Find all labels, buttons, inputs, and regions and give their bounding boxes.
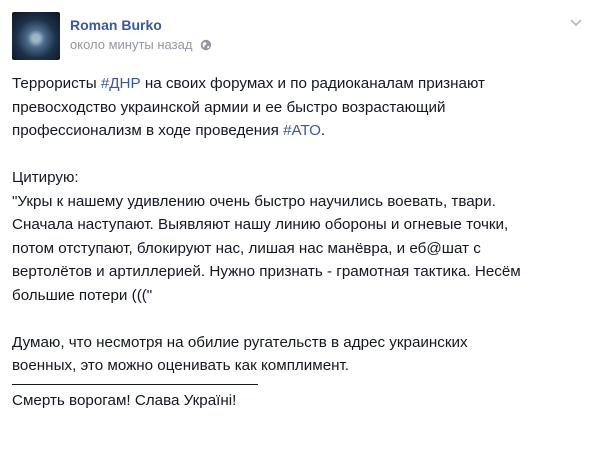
post-text: Террористы #ДНР на своих форумах и по ра… — [12, 72, 582, 412]
text-segment: на своих форумах и по радиоканалам призн… — [140, 75, 485, 92]
text-segment: профессионализм в ходе проведения — [12, 122, 284, 139]
globe-icon[interactable] — [200, 39, 212, 51]
avatar[interactable] — [12, 12, 60, 60]
quote-line-1: "Укры к нашему удивлению очень быстро на… — [12, 192, 496, 210]
comment-line-1: Думаю, что несмотря на обилие ругательст… — [12, 333, 468, 351]
text-segment: . — [320, 122, 326, 139]
paragraph-1-line-1: Террористы #ДНР на своих форумах и по ра… — [12, 72, 582, 96]
author-name[interactable]: Roman Burko — [70, 16, 212, 34]
post-card: Roman Burko около минуты назад Террорист… — [0, 0, 598, 450]
hashtag-ato[interactable]: #АТО — [283, 122, 321, 139]
chevron-down-icon[interactable] — [568, 14, 584, 30]
post-timestamp[interactable]: около минуты назад — [70, 37, 192, 53]
post-meta: Roman Burko около минуты назад — [70, 12, 212, 53]
paragraph-1-line-2: превосходство украинской армии и ее быст… — [12, 98, 446, 116]
divider — [12, 383, 258, 385]
hashtag-dnr[interactable]: #ДНР — [101, 75, 141, 92]
quote-line-2: Сначала наступают. Выявляют нашу линию о… — [12, 216, 509, 233]
quote-line-5: большие потери (((" — [12, 286, 153, 304]
text-segment: Террористы — [12, 75, 101, 92]
quote-line-4: вертолётов и артиллерией. Нужно признать… — [12, 263, 521, 280]
quote-intro: Цитирую: — [12, 169, 79, 186]
quote-line-3: потом отступают, блокируют нас, лишая на… — [12, 239, 481, 257]
timestamp-row: около минуты назад — [70, 37, 212, 53]
post-header: Roman Burko около минуты назад — [12, 12, 212, 60]
comment-line-2: военных, это можно оценивать как комплим… — [12, 357, 350, 374]
closing-line: Смерть ворогам! Слава Україні! — [12, 391, 237, 409]
paragraph-1-line-3: профессионализм в ходе проведения #АТО. — [12, 119, 582, 143]
